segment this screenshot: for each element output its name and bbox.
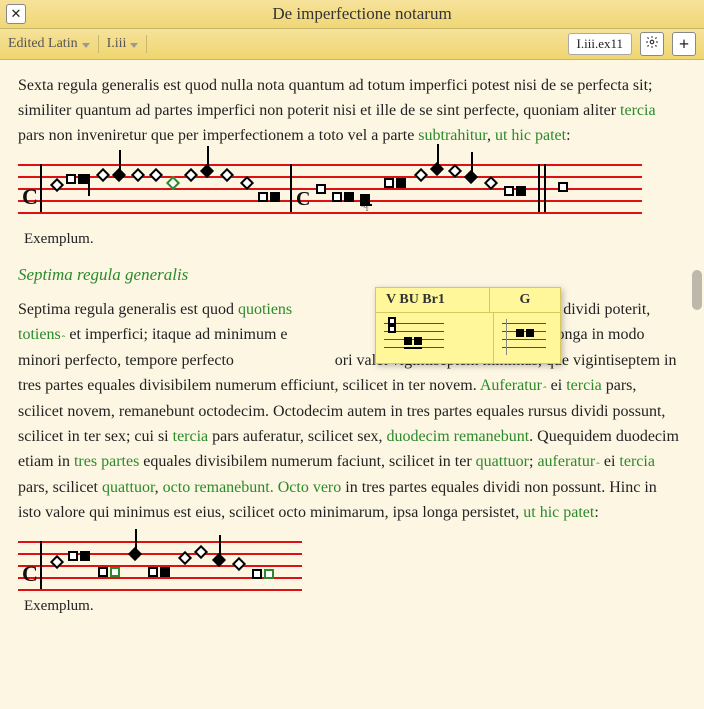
text: : <box>594 504 598 521</box>
term-quotiens[interactable]: quotiens <box>238 301 292 318</box>
term-tercia[interactable]: tercia <box>619 453 655 470</box>
term-auferatur[interactable]: Auferatur <box>480 377 547 394</box>
tooltip-col1-label: V BU Br1 <box>376 288 490 312</box>
clef-icon: C <box>296 184 310 215</box>
text: pars, scilicet <box>18 479 102 496</box>
term-ut-hic-patet[interactable]: ut hic patet <box>495 127 566 144</box>
term-tres-partes[interactable]: tres partes <box>74 453 139 470</box>
section-dropdown[interactable]: I.iii <box>107 36 139 52</box>
exemplum-label-1: Exemplum. <box>24 228 682 251</box>
title-bar: ✕ De imperfectione notarum <box>0 0 704 29</box>
term-quattuor[interactable]: quattuor <box>476 453 529 470</box>
chevron-down-icon <box>82 43 90 48</box>
chevron-down-icon <box>130 43 138 48</box>
term-totiens[interactable]: totiens <box>18 326 65 343</box>
music-example-2[interactable]: C <box>18 533 682 593</box>
scrollbar[interactable] <box>692 120 702 707</box>
exemplum-label-2: Exemplum. <box>24 595 682 618</box>
term-ut-hic-patet[interactable]: ut hic patet <box>523 504 594 521</box>
edition-dropdown[interactable]: Edited Latin <box>8 36 90 52</box>
document-body: Sexta regula generalis est quod nulla no… <box>0 60 704 709</box>
paragraph-septima: Septima regula generalis est quod quotie… <box>18 298 682 525</box>
text: Sexta regula generalis est quod nulla no… <box>18 77 653 119</box>
tooltip-variant-2 <box>494 313 560 363</box>
section-heading-septima: Septima regula generalis <box>18 262 682 288</box>
music-example-1[interactable]: C C ☟ <box>18 156 682 226</box>
term-tercia[interactable]: tercia <box>173 428 209 445</box>
term-tercia[interactable]: tercia <box>620 102 656 119</box>
term-octo-remanebunt[interactable]: octo remanebunt. Octo vero <box>163 479 342 496</box>
term-quattuor[interactable]: quattuor <box>102 479 155 496</box>
variant-tooltip: V BU Br1 G <box>375 287 561 364</box>
gear-icon <box>645 35 659 54</box>
paragraph-sexta: Sexta regula generalis est quod nulla no… <box>18 74 682 148</box>
term-tercia[interactable]: tercia <box>566 377 602 394</box>
close-button[interactable]: ✕ <box>6 4 26 24</box>
section-dropdown-label: I.iii <box>107 36 127 52</box>
scrollbar-thumb[interactable] <box>692 270 702 310</box>
add-button[interactable]: + <box>672 32 696 56</box>
text: ei <box>547 377 567 394</box>
term-duodecim-remanebunt[interactable]: duodecim remanebunt <box>387 428 530 445</box>
example-id-field[interactable]: I.iii.ex11 <box>568 33 632 55</box>
window-title: De imperfectione notarum <box>26 4 698 24</box>
text: Septima regula generalis est quod <box>18 301 238 318</box>
text: pars non inveniretur que per imperfectio… <box>18 127 418 144</box>
close-icon: ✕ <box>11 6 22 22</box>
text: pars auferatur, scilicet sex, <box>208 428 386 445</box>
clef-icon: C <box>22 557 38 591</box>
toolbar-divider <box>98 35 99 53</box>
text: , <box>487 127 495 144</box>
text: , <box>155 479 163 496</box>
text: equales divisibilem numerum faciunt, sci… <box>139 453 475 470</box>
term-auferatur[interactable]: auferatur <box>537 453 599 470</box>
plus-icon: + <box>679 35 689 53</box>
toolbar: Edited Latin I.iii I.iii.ex11 + <box>0 29 704 60</box>
tooltip-col2-label: G <box>490 288 560 312</box>
term-subtrahitur[interactable]: subtrahitur <box>418 127 487 144</box>
text: : <box>566 127 570 144</box>
edition-dropdown-label: Edited Latin <box>8 36 78 52</box>
text: et imperfici; itaque ad minimum e <box>65 326 287 343</box>
toolbar-divider <box>146 35 147 53</box>
clef-icon: C <box>22 180 38 214</box>
settings-button[interactable] <box>640 32 664 56</box>
text: ei <box>600 453 620 470</box>
tooltip-variant-1 <box>376 313 494 363</box>
